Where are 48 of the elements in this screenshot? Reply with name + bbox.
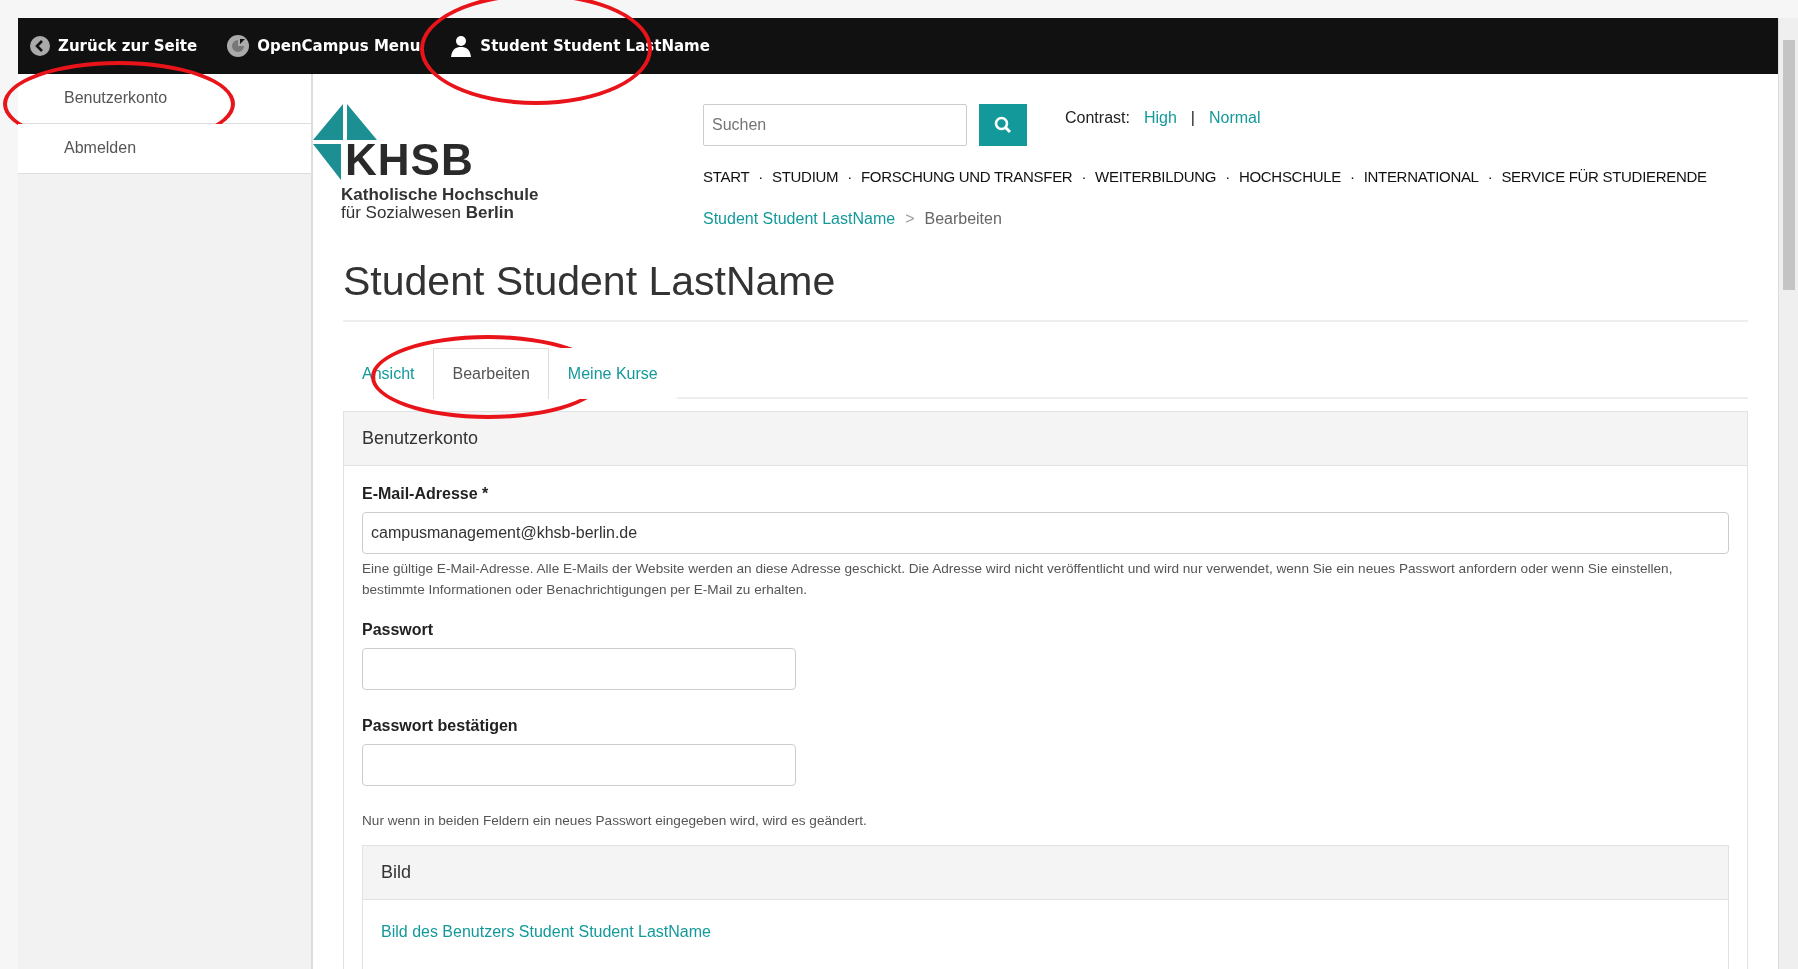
tab[interactable]: Meine Kurse: [548, 347, 677, 399]
separator-text: |: [1190, 108, 1195, 128]
nav-link[interactable]: INTERNATIONAL: [1363, 166, 1479, 189]
input-field[interactable]: [362, 647, 796, 690]
tab[interactable]: Bearbeiten: [433, 347, 549, 399]
nav-link[interactable]: SERVICE FÜR STUDIERENDE: [1501, 166, 1707, 189]
panel-header: Benutzerkonto: [344, 411, 1747, 466]
field-description: Eine gültige E-Mail-Adresse. Alle E-Mails der Website werden an diese Adresse geschickt. Die Adresse wird nicht veröffentlicht und wird nur verwendet, wenn Sie ein neues Passwort anfordern oder wenn Sie einstellen, bestimmte Informationen oder Benachrichtigungen per E-Mail zu erhalten.: [362, 559, 1674, 599]
panel-header: Bild: [363, 845, 1728, 900]
sidebar-item[interactable]: Abmelden: [18, 124, 311, 174]
field-description: Nur wenn in beiden Feldern ein neues Passwort eingegeben wird, wird es geändert.: [362, 811, 868, 830]
separator-text: ·: [847, 167, 852, 187]
back-icon: [30, 36, 50, 56]
page-title: Student Student LastName: [343, 256, 837, 306]
input-field[interactable]: campusmanagement@khsb-berlin.de: [362, 511, 1729, 554]
nav-link[interactable]: FORSCHUNG UND TRANSFER: [860, 166, 1073, 189]
search-icon: [994, 116, 1012, 134]
logo-subtitle: Katholische Hochschule: [340, 186, 539, 204]
search-field[interactable]: Suchen: [703, 104, 967, 146]
nav-link[interactable]: WEITERBILDUNG: [1095, 166, 1217, 189]
field-label: Passwort: [362, 619, 435, 640]
field-label: Passwort bestätigen: [362, 715, 519, 736]
search-button[interactable]: [979, 104, 1027, 146]
toolbar-link[interactable]: Zurück zur Seite: [30, 34, 198, 58]
logo-subtitle: für Sozialwesen Berlin: [340, 203, 514, 223]
contrast-link[interactable]: High: [1143, 106, 1177, 130]
contrast-label: Contrast:: [1065, 108, 1130, 128]
separator-text: ·: [1225, 167, 1230, 187]
separator-text: ·: [1487, 167, 1493, 187]
separator-text: ·: [1349, 167, 1355, 187]
logo-wordmark: KHSB: [345, 140, 474, 180]
breadcrumb-link[interactable]: Student Student LastName: [703, 206, 896, 231]
separator-text: ·: [758, 167, 763, 187]
separator-text: ·: [1081, 167, 1087, 187]
scrollbar[interactable]: [1778, 18, 1798, 969]
sidebar-item[interactable]: Benutzerkonto: [18, 74, 311, 124]
toolbar-link[interactable]: OpenCampus Menu: [227, 34, 421, 58]
nav-link[interactable]: HOCHSCHULE: [1238, 166, 1341, 189]
nav-link[interactable]: STUDIUM: [772, 166, 839, 189]
breadcrumb-separator: >: [905, 208, 915, 229]
menu-logo-icon: [227, 35, 250, 57]
breadcrumb-current: Bearbeiten: [924, 208, 1002, 229]
nav-link[interactable]: START: [703, 166, 750, 189]
picture-link[interactable]: Bild des Benutzers Student Student LastName: [381, 922, 711, 940]
field-label: E-Mail-Adresse *: [362, 483, 490, 504]
input-field[interactable]: [362, 743, 796, 786]
user-icon: [450, 35, 473, 57]
contrast-link[interactable]: Normal: [1209, 106, 1261, 130]
